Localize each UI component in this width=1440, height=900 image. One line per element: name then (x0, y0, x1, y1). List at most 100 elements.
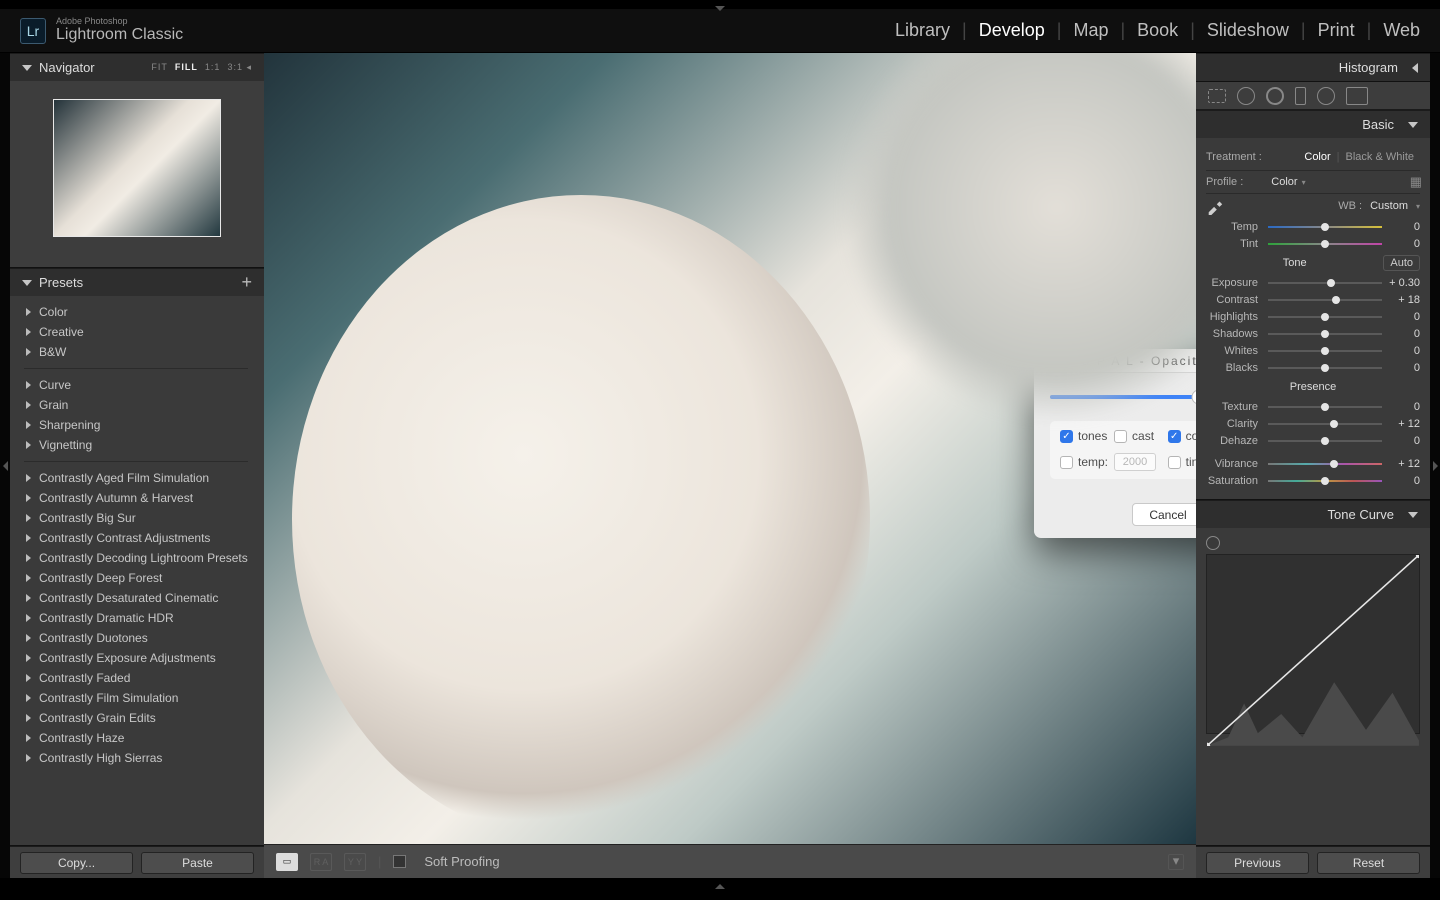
opacity-slider[interactable] (1050, 395, 1196, 399)
check-color[interactable]: ✓color (1168, 429, 1196, 443)
eyedropper-icon[interactable] (1206, 197, 1224, 215)
basic-header[interactable]: Basic (1196, 111, 1430, 138)
tone-curve-header[interactable]: Tone Curve (1196, 501, 1430, 528)
radial-tool-icon[interactable] (1317, 87, 1335, 105)
preset-group[interactable]: Contrastly Grain Edits (16, 708, 256, 728)
temp-slider[interactable] (1268, 223, 1382, 231)
check-temp[interactable]: temp: (1060, 455, 1108, 469)
blacks-slider[interactable] (1268, 364, 1382, 372)
shadows-value[interactable]: 0 (1386, 328, 1420, 340)
module-library[interactable]: Library (895, 20, 950, 41)
toolbar-dropdown-icon[interactable]: ▾ (1168, 854, 1184, 870)
presets-header[interactable]: Presets + (10, 269, 264, 296)
saturation-value[interactable]: 0 (1386, 475, 1420, 487)
check-tones[interactable]: ✓tones (1060, 429, 1108, 443)
saturation-slider[interactable] (1268, 477, 1382, 485)
module-web[interactable]: Web (1383, 20, 1420, 41)
profile-value[interactable]: Color (1271, 176, 1297, 188)
preset-group[interactable]: Contrastly Haze (16, 728, 256, 748)
filmstrip-grip[interactable] (0, 878, 1440, 890)
before-after-lr-icon[interactable]: R A (310, 853, 332, 871)
tint-value[interactable]: 0 (1386, 238, 1420, 250)
clarity-slider[interactable] (1268, 420, 1382, 428)
whites-slider[interactable] (1268, 347, 1382, 355)
copy-button[interactable]: Copy... (20, 852, 133, 874)
paste-button[interactable]: Paste (141, 852, 254, 874)
highlights-value[interactable]: 0 (1386, 311, 1420, 323)
graduated-tool-icon[interactable] (1295, 87, 1306, 105)
preset-group[interactable]: Contrastly Dramatic HDR (16, 608, 256, 628)
image-canvas[interactable]: O P A L - Opacity Slider 12 ✓tones cast … (264, 53, 1196, 844)
profile-browser-icon[interactable]: ▦ (1410, 174, 1420, 190)
preset-group[interactable]: Contrastly High Sierras (16, 748, 256, 768)
preset-group[interactable]: Contrastly Contrast Adjustments (16, 528, 256, 548)
wb-value[interactable]: Custom (1370, 200, 1408, 212)
module-map[interactable]: Map (1073, 20, 1108, 41)
previous-button[interactable]: Previous (1206, 852, 1309, 874)
preset-group[interactable]: B&W (16, 342, 256, 362)
dehaze-slider[interactable] (1268, 437, 1382, 445)
preset-group[interactable]: Contrastly Deep Forest (16, 568, 256, 588)
preset-group[interactable]: Grain (16, 395, 256, 415)
check-tint[interactable]: tint: (1168, 455, 1196, 469)
target-adjust-icon[interactable] (1206, 536, 1220, 550)
brush-tool-icon[interactable] (1346, 87, 1368, 105)
vibrance-value[interactable]: + 12 (1386, 458, 1420, 470)
preset-tree[interactable]: Color Creative B&W Curve Grain Sharpenin… (16, 302, 262, 839)
highlights-slider[interactable] (1268, 313, 1382, 321)
tone-curve-plot[interactable] (1206, 554, 1420, 734)
module-book[interactable]: Book (1137, 20, 1178, 41)
cancel-button[interactable]: Cancel (1132, 503, 1196, 526)
treatment-color[interactable]: Color (1298, 151, 1336, 163)
soft-proof-checkbox[interactable] (393, 855, 406, 868)
loupe-view-icon[interactable]: ▭ (276, 853, 298, 871)
treatment-bw[interactable]: Black & White (1340, 151, 1420, 163)
auto-tone-button[interactable]: Auto (1383, 255, 1420, 271)
temp-value[interactable]: 0 (1386, 221, 1420, 233)
preset-group[interactable]: Creative (16, 322, 256, 342)
preset-group[interactable]: Contrastly Duotones (16, 628, 256, 648)
preset-group[interactable]: Contrastly Aged Film Simulation (16, 468, 256, 488)
temp-input[interactable]: 2000 (1114, 453, 1156, 471)
navigator-header[interactable]: Navigator FIT FILL 1:1 3:1 ◂ (10, 54, 264, 81)
preset-group[interactable]: Contrastly Autumn & Harvest (16, 488, 256, 508)
module-slideshow[interactable]: Slideshow (1207, 20, 1289, 41)
preset-group[interactable]: Vignetting (16, 435, 256, 455)
preset-group[interactable]: Contrastly Desaturated Cinematic (16, 588, 256, 608)
dehaze-value[interactable]: 0 (1386, 435, 1420, 447)
module-develop[interactable]: Develop (979, 20, 1045, 41)
left-panel-grip[interactable] (0, 53, 10, 878)
navigator-zoom[interactable]: FIT FILL 1:1 3:1 ◂ (151, 62, 252, 73)
histogram-header[interactable]: Histogram (1196, 54, 1430, 81)
contrast-value[interactable]: + 18 (1386, 294, 1420, 306)
texture-slider[interactable] (1268, 403, 1382, 411)
contrast-slider[interactable] (1268, 296, 1382, 304)
redeye-tool-icon[interactable] (1266, 87, 1284, 105)
preset-group[interactable]: Contrastly Faded (16, 668, 256, 688)
preset-group[interactable]: Curve (16, 375, 256, 395)
spot-tool-icon[interactable] (1237, 87, 1255, 105)
top-panel-grip[interactable] (0, 0, 1440, 9)
exposure-value[interactable]: + 0.30 (1386, 277, 1420, 289)
tint-slider[interactable] (1268, 240, 1382, 248)
preset-group[interactable]: Contrastly Decoding Lightroom Presets (16, 548, 256, 568)
exposure-slider[interactable] (1268, 279, 1382, 287)
right-panel-grip[interactable] (1430, 53, 1440, 878)
preset-group[interactable]: Contrastly Film Simulation (16, 688, 256, 708)
whites-value[interactable]: 0 (1386, 345, 1420, 357)
navigator-thumbnail[interactable] (10, 81, 264, 267)
crop-tool-icon[interactable] (1208, 89, 1226, 103)
preset-group[interactable]: Sharpening (16, 415, 256, 435)
before-after-tb-icon[interactable]: Y Y (344, 853, 366, 871)
texture-value[interactable]: 0 (1386, 401, 1420, 413)
reset-button[interactable]: Reset (1317, 852, 1420, 874)
check-cast[interactable]: cast (1114, 429, 1162, 443)
shadows-slider[interactable] (1268, 330, 1382, 338)
preset-group[interactable]: Contrastly Big Sur (16, 508, 256, 528)
preset-group[interactable]: Color (16, 302, 256, 322)
module-print[interactable]: Print (1318, 20, 1355, 41)
add-preset-icon[interactable]: + (241, 272, 252, 293)
blacks-value[interactable]: 0 (1386, 362, 1420, 374)
preset-group[interactable]: Contrastly Exposure Adjustments (16, 648, 256, 668)
clarity-value[interactable]: + 12 (1386, 418, 1420, 430)
